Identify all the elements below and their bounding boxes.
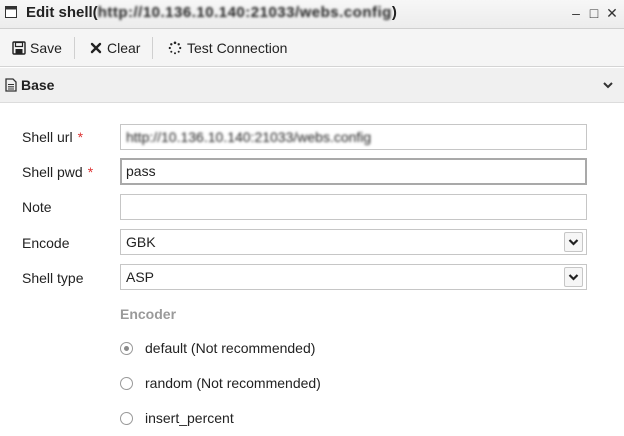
edit-shell-window: Edit shell(http://10.136.10.140:21033/we… [0, 0, 624, 436]
minimize-icon: – [572, 5, 580, 21]
window-title-suffix: ) [391, 4, 397, 21]
maximize-icon: □ [589, 5, 599, 21]
minimize-button[interactable]: – [568, 4, 584, 22]
shell-url-value: http://10.136.10.140:21033/webs.config [126, 129, 372, 145]
note-input[interactable] [120, 194, 587, 220]
spinner-icon [168, 41, 182, 55]
shell-type-value: ASP [126, 269, 155, 285]
shell-type-dropdown-button[interactable] [564, 267, 583, 287]
window-title-prefix: Edit shell( [26, 4, 98, 21]
encoder-title: Encoder [120, 306, 177, 322]
toolbar-divider [152, 37, 153, 59]
note-label: Note [22, 199, 52, 215]
toolbar: Save Clear Test Connection [0, 29, 624, 67]
shell-pwd-input[interactable]: pass [120, 158, 587, 185]
save-icon [12, 41, 26, 55]
encoder-option-random[interactable]: random (Not recommended) [120, 374, 321, 392]
encoder-option-default[interactable]: default (Not recommended) [120, 339, 315, 357]
radio-button[interactable] [120, 376, 133, 390]
close-button[interactable]: ✕ [604, 4, 620, 22]
encoder-option-label: random (Not recommended) [145, 375, 321, 391]
encode-value: GBK [126, 234, 156, 250]
shell-pwd-label-text: Shell pwd [22, 164, 83, 180]
required-mark: * [77, 129, 84, 145]
title-bar: Edit shell(http://10.136.10.140:21033/we… [0, 0, 624, 29]
chevron-down-icon [568, 274, 579, 281]
save-label: Save [30, 40, 62, 56]
chevron-down-icon [568, 239, 579, 246]
close-icon: ✕ [606, 5, 618, 21]
toolbar-divider [74, 37, 75, 59]
encode-select[interactable]: GBK [120, 229, 587, 255]
shell-url-input[interactable]: http://10.136.10.140:21033/webs.config [120, 124, 587, 150]
encoder-option-label: insert_percent [145, 410, 234, 426]
shell-pwd-value: pass [126, 163, 156, 179]
required-mark: * [87, 164, 94, 180]
shell-url-label-text: Shell url [22, 129, 73, 145]
save-button[interactable]: Save [12, 38, 62, 58]
test-connection-label: Test Connection [187, 40, 288, 56]
chevron-down-icon[interactable] [602, 79, 614, 91]
section-title: Base [21, 77, 55, 93]
shell-pwd-label: Shell pwd * [22, 164, 93, 180]
maximize-button[interactable]: □ [586, 4, 602, 22]
document-icon [5, 78, 17, 92]
clear-label: Clear [107, 40, 141, 56]
window-title-url: http://10.136.10.140:21033/webs.config [97, 4, 392, 21]
test-connection-button[interactable]: Test Connection [168, 38, 287, 58]
window-icon [5, 6, 17, 18]
base-section-header[interactable]: Base [0, 68, 624, 103]
encode-dropdown-button[interactable] [564, 232, 583, 252]
shell-type-label: Shell type [22, 270, 84, 286]
clear-button[interactable]: Clear [90, 38, 140, 58]
clear-icon [90, 42, 102, 54]
shell-type-select[interactable]: ASP [120, 264, 587, 290]
shell-url-label: Shell url * [22, 129, 83, 145]
radio-button[interactable] [120, 411, 133, 425]
encoder-option-insert-percent[interactable]: insert_percent [120, 409, 234, 427]
window-title: Edit shell(http://10.136.10.140:21033/we… [26, 4, 397, 21]
encode-label: Encode [22, 235, 70, 251]
radio-button[interactable] [120, 341, 133, 355]
encoder-option-label: default (Not recommended) [145, 340, 316, 356]
